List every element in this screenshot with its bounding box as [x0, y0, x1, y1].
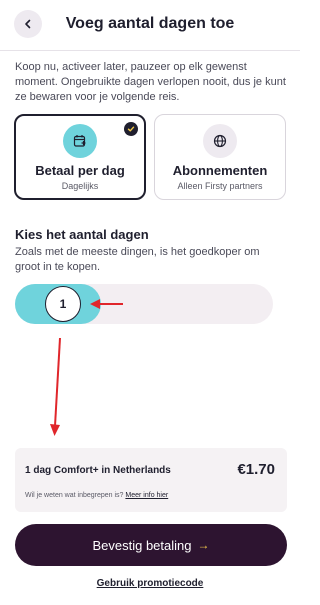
page-title: Voeg aantal dagen toe [65, 15, 235, 32]
confirm-payment-label: Bevestig betaling [92, 537, 192, 553]
plan-card-pay-per-day[interactable]: Betaal per dag Dagelijks [14, 114, 146, 200]
calendar-plus-icon [63, 124, 97, 158]
days-slider-thumb[interactable]: 1 [45, 286, 81, 322]
intro-text: Koop nu, activeer later, pauzeer op elk … [15, 61, 286, 103]
plan-card-title: Abonnementen [172, 163, 268, 178]
annotation-arrow-down [50, 337, 61, 436]
order-summary: 1 dag Comfort+ in Netherlands €1.70 Wil … [15, 448, 287, 512]
summary-price: €1.70 [237, 461, 275, 478]
summary-product-name: 1 dag Comfort+ in Netherlands [25, 465, 171, 476]
plan-card-subtitle: Dagelijks [61, 181, 99, 191]
check-icon [124, 122, 138, 136]
summary-info-text: Wil je weten wat inbegrepen is? [25, 492, 124, 499]
header: Voeg aantal dagen toe [0, 8, 300, 40]
confirm-payment-button[interactable]: Bevestig betaling → [15, 524, 287, 566]
promo-code-link[interactable]: Gebruik promotiecode [0, 578, 300, 589]
days-section-subtitle: Zoals met de meeste dingen, is het goedk… [15, 246, 260, 273]
more-info-link[interactable]: Meer info hier [125, 492, 168, 499]
days-section-title: Kies het aantal dagen [15, 227, 149, 242]
summary-info: Wil je weten wat inbegrepen is? Meer inf… [25, 492, 168, 499]
plan-card-title: Betaal per dag [35, 163, 125, 178]
header-divider [0, 50, 300, 51]
globe-icon [203, 124, 237, 158]
plan-card-subtitle: Alleen Firsty partners [177, 181, 263, 191]
arrow-right-icon: → [197, 538, 210, 552]
plan-card-subscriptions[interactable]: Abonnementen Alleen Firsty partners [154, 114, 286, 200]
